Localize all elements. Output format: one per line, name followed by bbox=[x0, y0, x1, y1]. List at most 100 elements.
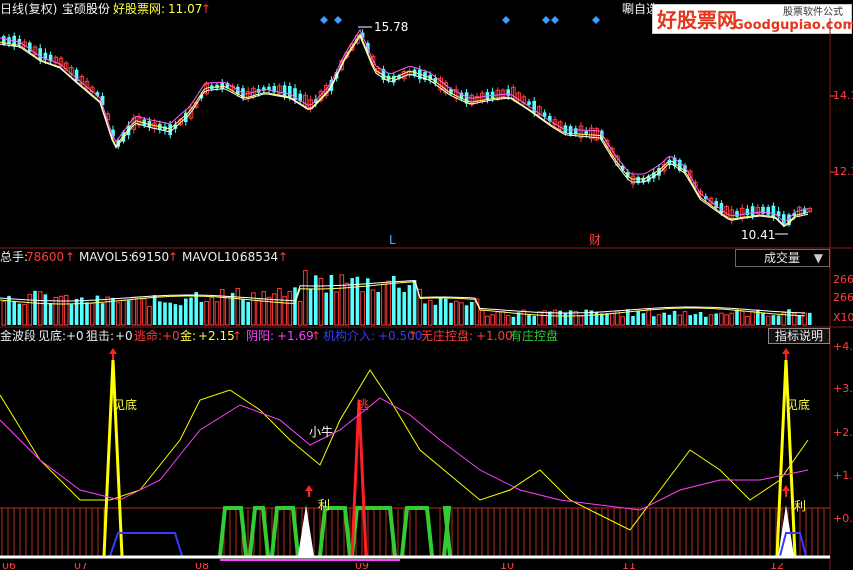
volume-bar bbox=[89, 302, 95, 326]
volume-bar bbox=[136, 296, 142, 326]
volume-bar bbox=[1, 301, 7, 326]
volume-bar bbox=[688, 315, 692, 325]
indicator-help-button[interactable]: 指标说明 bbox=[768, 328, 830, 344]
up-arrow-icon: ↑ bbox=[168, 250, 179, 264]
volume-bar bbox=[297, 300, 303, 326]
green-plateau bbox=[318, 506, 352, 557]
green-plateau bbox=[442, 506, 452, 557]
candle-body bbox=[771, 205, 776, 218]
volume-bar bbox=[698, 312, 703, 325]
candle-body bbox=[220, 82, 224, 89]
indicator-taoming-value: +0 bbox=[162, 329, 180, 343]
volume-bar bbox=[433, 304, 438, 325]
volume-bar bbox=[100, 303, 105, 325]
volume-bar bbox=[324, 292, 328, 325]
volume-bar bbox=[318, 277, 324, 326]
volume-bar bbox=[771, 315, 776, 325]
volume-bar bbox=[667, 314, 672, 325]
volume-bar bbox=[287, 290, 293, 326]
signal-diamond-icon bbox=[320, 16, 328, 24]
volume-bar bbox=[115, 302, 121, 326]
volume-bar bbox=[158, 301, 162, 325]
volume-bar bbox=[609, 312, 615, 326]
volume-bar bbox=[163, 302, 167, 325]
volume-bar bbox=[293, 287, 297, 325]
ma-line-white bbox=[0, 35, 809, 228]
volume-bar bbox=[178, 305, 183, 325]
up-arrow-icon: ↑ bbox=[408, 329, 419, 343]
indicator-axis-label: +4.0 bbox=[833, 340, 853, 353]
volume-bar bbox=[209, 297, 215, 326]
volume-bar bbox=[339, 274, 345, 326]
volume-bar bbox=[802, 312, 807, 326]
volume-bar bbox=[53, 296, 59, 326]
volume-bar bbox=[22, 304, 27, 326]
volume-bar bbox=[308, 288, 313, 325]
volume-bar bbox=[214, 301, 220, 326]
volume-bars bbox=[0, 270, 812, 326]
volume-bar bbox=[303, 270, 308, 326]
volume-bar bbox=[423, 303, 427, 325]
indicator-axis-label: +3.2 bbox=[833, 382, 853, 395]
volume-bar bbox=[63, 294, 69, 326]
li-annotation: 利 bbox=[318, 498, 331, 512]
volume-bar bbox=[271, 293, 277, 326]
volume-bar bbox=[636, 310, 640, 325]
indicator-header: 金波段 见底: +0 狙击: +0 逃命: +0 金: +2.15 ↑ 阴阳: … bbox=[0, 329, 760, 343]
volume-bar bbox=[184, 298, 188, 325]
volume-bar bbox=[548, 311, 552, 325]
red-up-arrow-icon bbox=[109, 348, 117, 354]
green-plateau bbox=[400, 506, 434, 557]
red-up-arrow-icon bbox=[305, 485, 313, 491]
indicator-wuzhuang-label: 无庄控盘: bbox=[421, 329, 474, 343]
volume-bar bbox=[168, 302, 172, 325]
volume-bar bbox=[797, 315, 802, 325]
low-price-label: 10.41 bbox=[741, 228, 776, 242]
volume-bar bbox=[449, 302, 453, 325]
volume-bar bbox=[459, 302, 464, 326]
mavol10-label: MAVOL10: bbox=[182, 250, 244, 264]
volume-bar bbox=[631, 316, 635, 325]
volume-bar bbox=[516, 312, 521, 325]
price-axis-label: 12.1 bbox=[833, 165, 853, 178]
red-up-arrow-icon bbox=[782, 348, 790, 354]
volume-bar bbox=[241, 299, 245, 325]
volume-bar bbox=[48, 303, 53, 325]
chevron-down-icon: ▼ bbox=[813, 251, 823, 265]
volume-bar bbox=[620, 316, 625, 326]
volume-bar bbox=[662, 312, 666, 325]
volume-bar bbox=[750, 311, 755, 326]
dropdown-selected-value: 成交量 bbox=[764, 251, 801, 265]
volume-bar bbox=[578, 315, 584, 326]
indicator-jin-label: 金: bbox=[180, 329, 197, 343]
volume-bar bbox=[407, 285, 412, 325]
indicator-taoming-label: 逃命: bbox=[134, 329, 163, 343]
indicator-youzhuang-label: 有庄控盘 bbox=[510, 329, 559, 343]
volume-axis-label: X10 bbox=[833, 311, 853, 324]
indicator-axis-label: +1.6 bbox=[833, 469, 853, 482]
marker-cai: 财 bbox=[589, 233, 602, 247]
volume-bar bbox=[131, 296, 137, 326]
date-axis-label: 12 bbox=[770, 563, 784, 570]
volume-bar bbox=[225, 296, 230, 326]
volume-bar bbox=[173, 304, 178, 325]
volume-bar bbox=[521, 309, 527, 326]
volume-bar bbox=[7, 295, 11, 325]
volume-bar bbox=[366, 278, 370, 325]
xiaoniu-annotation: 小牛 bbox=[309, 425, 334, 439]
up-arrow-icon: ↑ bbox=[311, 329, 322, 343]
date-axis: 06 07 08 09 10 11 12 bbox=[0, 563, 830, 570]
volume-bar bbox=[672, 310, 677, 325]
up-arrow-icon: ↑ bbox=[278, 250, 289, 264]
jiandi-annotation: 见底 bbox=[786, 398, 811, 412]
candle-body bbox=[282, 85, 287, 97]
signal-diamond-icon bbox=[551, 16, 559, 24]
volume-bar bbox=[500, 311, 506, 326]
green-plateau bbox=[248, 506, 270, 557]
volume-bar bbox=[261, 291, 267, 326]
volume-bar bbox=[485, 315, 490, 326]
ma-line-yellow bbox=[0, 33, 809, 226]
volume-bar bbox=[121, 299, 126, 326]
volume-bar bbox=[12, 301, 16, 325]
indicator-type-dropdown[interactable]: 成交量 ▼ bbox=[735, 249, 830, 267]
